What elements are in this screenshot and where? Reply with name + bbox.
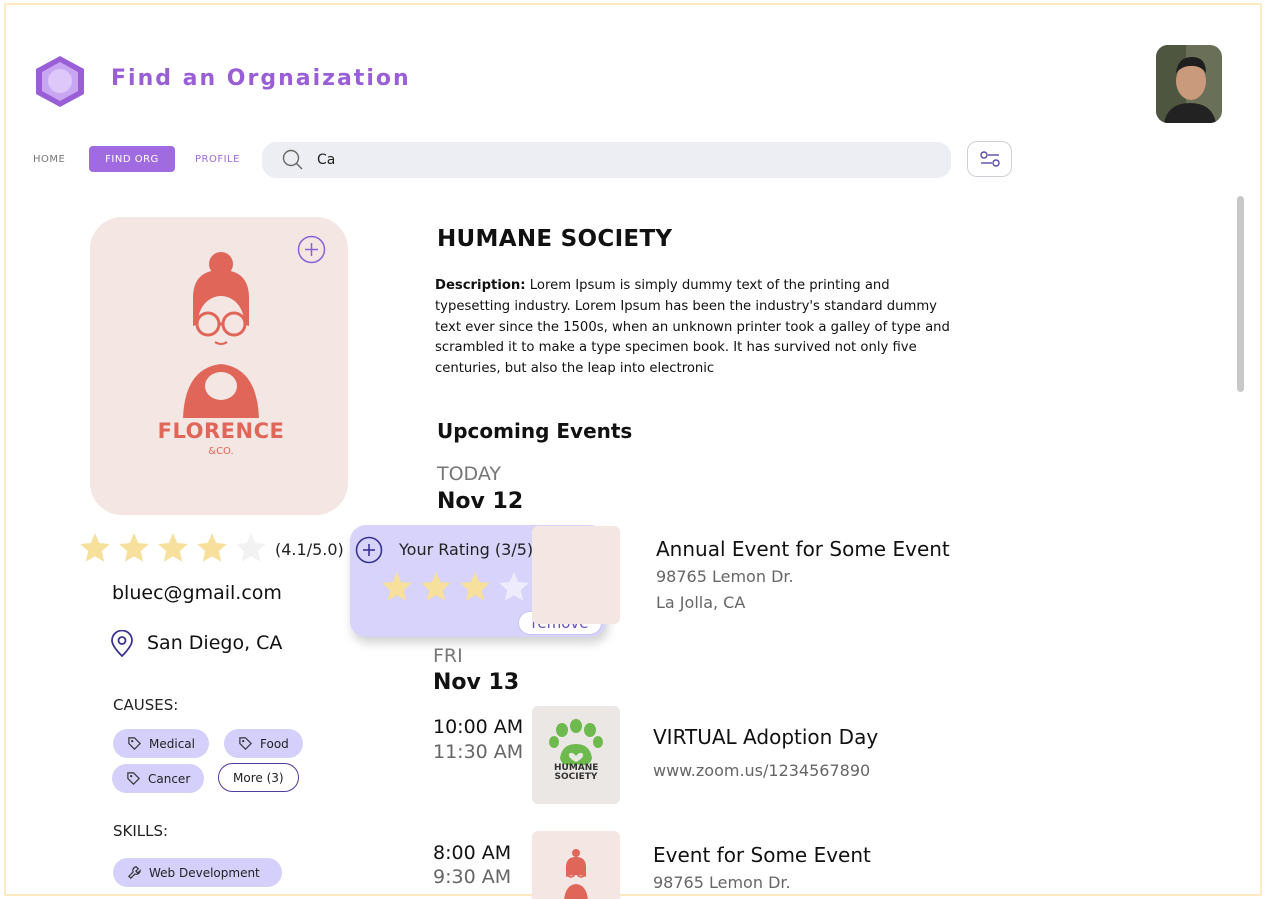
search-bar[interactable] bbox=[262, 142, 951, 178]
cause-tag-cancer[interactable]: Cancer bbox=[112, 764, 205, 793]
sliders-icon bbox=[979, 151, 1000, 167]
org-logo-subtext: &CO. bbox=[208, 446, 234, 457]
event-day-label: FRI bbox=[433, 645, 463, 667]
event-title[interactable]: VIRTUAL Adoption Day bbox=[653, 725, 878, 749]
skill-tag-label: Web Development bbox=[149, 865, 260, 880]
event-start-time: 10:00 AM bbox=[433, 716, 524, 738]
upcoming-events-title: Upcoming Events bbox=[437, 419, 633, 443]
event-thumbnail[interactable] bbox=[532, 831, 620, 899]
location-pin-icon bbox=[111, 630, 133, 658]
org-name: HUMANE SOCIETY bbox=[437, 226, 673, 252]
star-filled-icon bbox=[80, 533, 110, 562]
star-empty-icon[interactable] bbox=[497, 570, 531, 604]
event-thumbnail-caption: HUMANE SOCIETY bbox=[554, 763, 599, 782]
event-address: 98765 Lemon Dr. bbox=[656, 567, 794, 586]
skill-tag-web-development[interactable]: Web Development bbox=[113, 858, 282, 887]
org-rating-stars bbox=[78, 531, 273, 565]
avatar[interactable] bbox=[1156, 45, 1222, 123]
description-label: Description: bbox=[435, 278, 526, 293]
star-filled-icon[interactable] bbox=[419, 570, 453, 604]
tag-icon bbox=[239, 737, 252, 750]
org-rating-text: (4.1/5.0) bbox=[275, 540, 344, 559]
star-filled-icon bbox=[197, 533, 227, 562]
star-filled-icon[interactable] bbox=[380, 570, 414, 604]
star-filled-icon[interactable] bbox=[458, 570, 492, 604]
wrench-icon bbox=[128, 866, 141, 879]
event-title[interactable]: Annual Event for Some Event bbox=[656, 537, 950, 561]
add-org-icon[interactable] bbox=[297, 235, 326, 264]
cause-tag-food[interactable]: Food bbox=[224, 729, 303, 758]
org-email[interactable]: bluec@gmail.com bbox=[112, 582, 282, 604]
cause-tag-label: Cancer bbox=[148, 771, 191, 786]
humane-society-logo-icon bbox=[549, 719, 603, 766]
event-link[interactable]: www.zoom.us/1234567890 bbox=[653, 761, 870, 780]
tag-icon bbox=[128, 737, 141, 750]
nav-home[interactable]: HOME bbox=[33, 146, 65, 172]
florence-logo-icon bbox=[183, 252, 259, 418]
event-date-label: Nov 12 bbox=[437, 489, 524, 514]
app-logo-icon bbox=[36, 56, 84, 107]
org-logo-text: FLORENCE bbox=[157, 419, 285, 443]
star-filled-icon bbox=[119, 533, 149, 562]
event-title[interactable]: Event for Some Event bbox=[653, 843, 871, 867]
more-causes-button[interactable]: More (3) bbox=[218, 763, 299, 792]
org-description: Description: Lorem Ipsum is simply dummy… bbox=[435, 276, 965, 380]
scrollbar[interactable] bbox=[1237, 196, 1244, 392]
florence-logo-icon bbox=[564, 849, 588, 899]
filter-button[interactable] bbox=[967, 141, 1012, 177]
your-rating-label: Your Rating (3/5): bbox=[399, 540, 539, 559]
cause-tag-label: Medical bbox=[149, 736, 195, 751]
star-filled-icon bbox=[158, 533, 188, 562]
star-empty-icon bbox=[236, 533, 266, 562]
causes-label: CAUSES: bbox=[113, 696, 179, 714]
nav-find-org[interactable]: FIND ORG bbox=[89, 146, 175, 172]
page-title: Find an Orgnaization bbox=[111, 66, 411, 91]
nav-profile[interactable]: PROFILE bbox=[195, 146, 240, 172]
event-address: 98765 Lemon Dr. bbox=[653, 873, 791, 892]
event-date-label: Nov 13 bbox=[433, 670, 520, 695]
search-icon bbox=[282, 149, 303, 170]
skills-label: SKILLS: bbox=[113, 822, 169, 840]
event-end-time: 11:30 AM bbox=[433, 741, 524, 763]
event-end-time: 9:30 AM bbox=[433, 866, 512, 888]
event-city: La Jolla, CA bbox=[656, 593, 746, 612]
tag-icon bbox=[127, 772, 140, 785]
event-thumbnail[interactable] bbox=[532, 526, 620, 624]
event-thumbnail[interactable] bbox=[532, 706, 620, 804]
add-rating-icon[interactable] bbox=[355, 536, 383, 564]
event-day-label: TODAY bbox=[437, 463, 501, 485]
cause-tag-medical[interactable]: Medical bbox=[113, 729, 209, 758]
search-input[interactable] bbox=[317, 152, 917, 168]
org-location: San Diego, CA bbox=[147, 632, 283, 654]
cause-tag-label: Food bbox=[260, 736, 289, 751]
event-start-time: 8:00 AM bbox=[433, 842, 512, 864]
